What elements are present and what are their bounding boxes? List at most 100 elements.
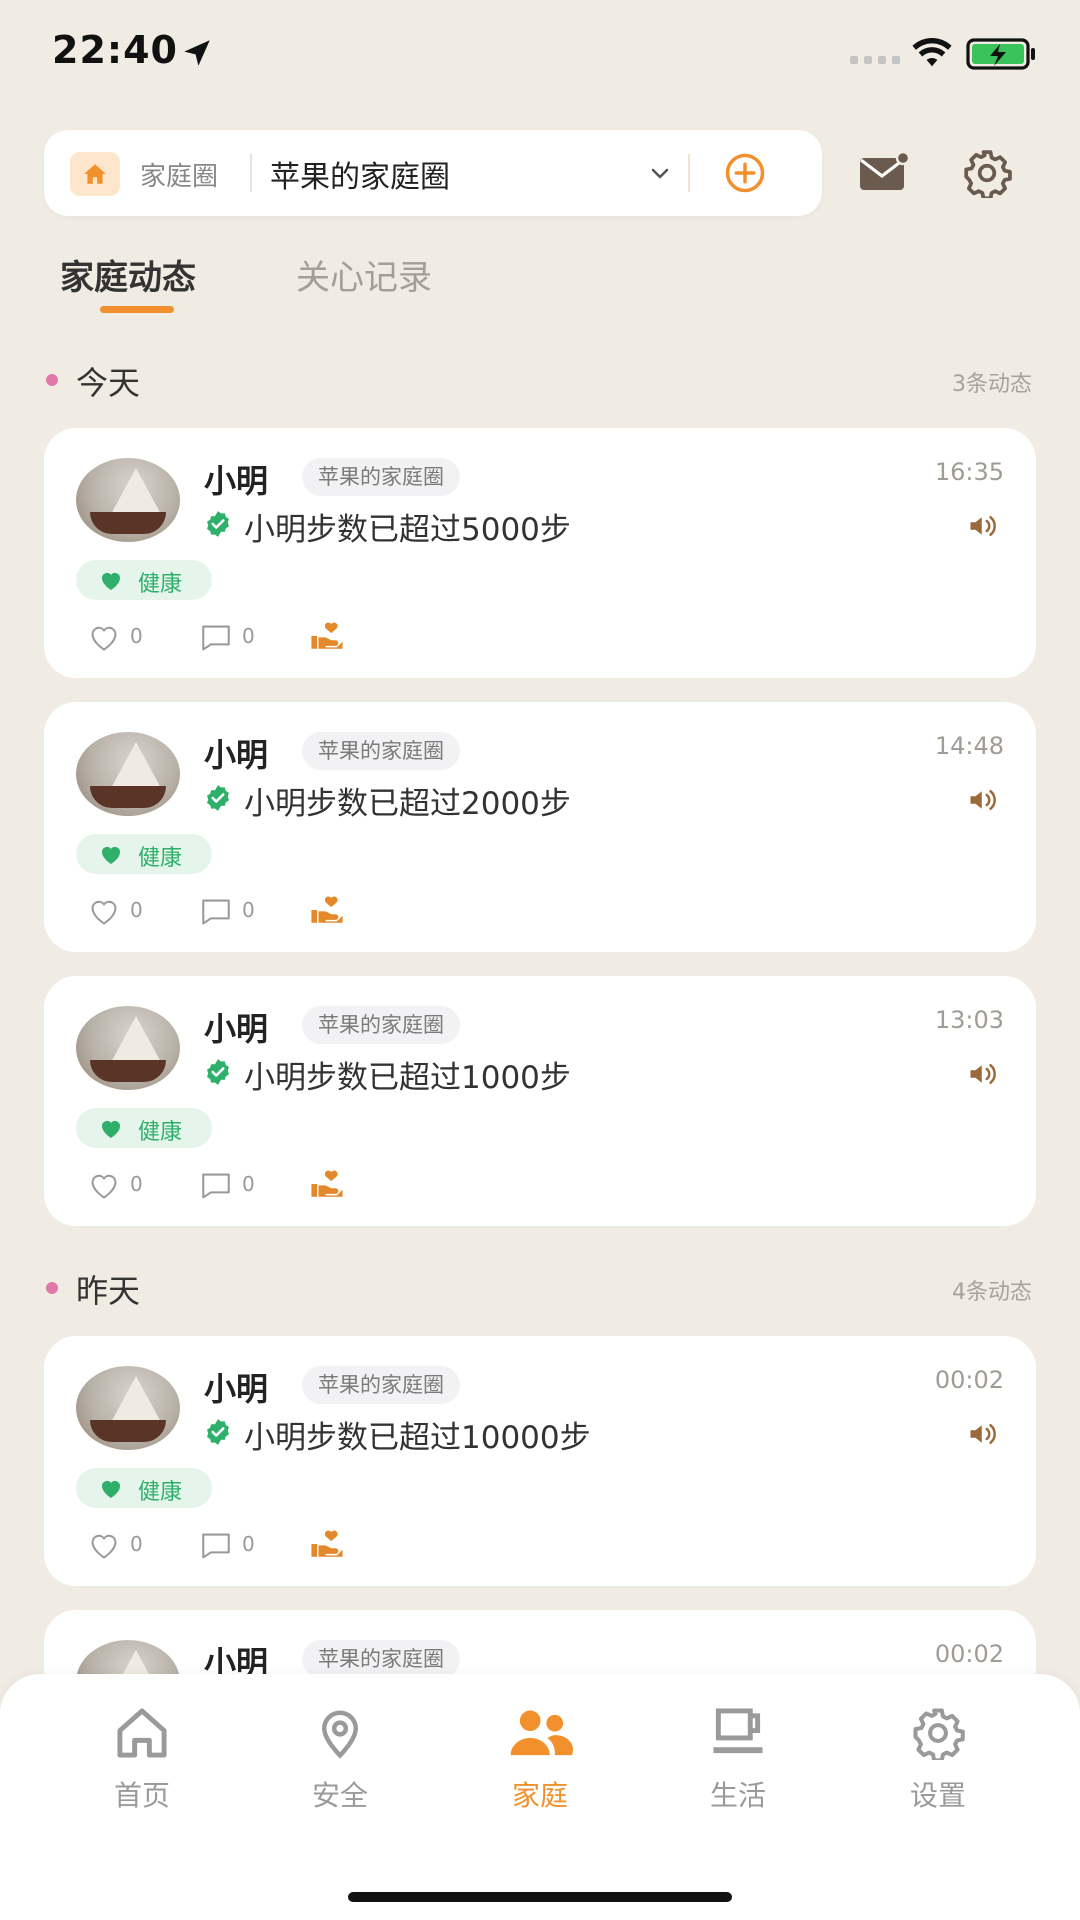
circle-label: 家庭圈: [140, 162, 219, 192]
coffee-cup-icon: [713, 1708, 763, 1754]
gear-icon: [913, 1708, 965, 1763]
battery-icon: [966, 38, 1035, 70]
like-icon[interactable]: [88, 898, 120, 926]
status-bar: 22:40: [0, 0, 1080, 105]
health-tag: 健康: [76, 1108, 212, 1148]
verified-check-icon: [207, 1419, 229, 1445]
family-icon: [510, 1710, 574, 1756]
chevron-down-icon[interactable]: [648, 162, 672, 186]
like-icon[interactable]: [88, 1172, 120, 1200]
nav-label: 家庭: [511, 1779, 568, 1812]
timestamp: 00:02: [934, 1366, 1004, 1394]
section-dot: [46, 1282, 58, 1294]
health-tag: 健康: [76, 560, 212, 600]
avatar[interactable]: [76, 732, 180, 816]
heart-icon: [102, 573, 120, 590]
home-icon: [70, 152, 120, 196]
gear-icon[interactable]: [962, 148, 1012, 198]
care-hand-icon[interactable]: [310, 1528, 344, 1560]
nav-label: 生活: [709, 1779, 766, 1812]
timestamp: 13:03: [934, 1006, 1004, 1034]
section-header-yesterday: 昨天 4条动态: [0, 1258, 1080, 1318]
avatar[interactable]: [76, 1006, 180, 1090]
avatar[interactable]: [76, 1366, 180, 1450]
add-circle-icon[interactable]: [724, 152, 766, 194]
comment-count: 0: [242, 1532, 255, 1556]
activity-message: 小明步数已超过5000步: [244, 512, 571, 548]
feed-card[interactable]: 小明 苹果的家庭圈 00:02 小明步数已超过10000步 健康 0 0: [44, 1336, 1036, 1586]
nav-item-home[interactable]: 首页: [72, 1706, 212, 1814]
nav-item-family[interactable]: 家庭: [470, 1706, 610, 1814]
family-circle-selector[interactable]: 家庭圈 苹果的家庭圈: [44, 130, 822, 216]
nav-item-settings[interactable]: 设置: [868, 1706, 1008, 1814]
active-tab-indicator: [100, 306, 174, 313]
tab-family-feed[interactable]: 家庭动态: [60, 250, 196, 299]
health-tag-label: 健康: [138, 1480, 183, 1505]
speaker-icon[interactable]: [968, 1420, 998, 1448]
circle-tag: 苹果的家庭圈: [302, 1006, 460, 1044]
verified-check-icon: [207, 1059, 229, 1085]
member-name: 小明: [204, 1370, 269, 1408]
nav-label: 首页: [113, 1779, 170, 1812]
wifi-icon: [912, 37, 952, 67]
like-count: 0: [130, 624, 143, 648]
bottom-tab-bar: 首页 安全 家庭 生活 设置: [0, 1674, 1080, 1920]
care-hand-icon[interactable]: [310, 1168, 344, 1200]
health-tag: 健康: [76, 834, 212, 874]
feed-card[interactable]: 小明 苹果的家庭圈 14:48 小明步数已超过2000步 健康 0 0: [44, 702, 1036, 952]
member-name: 小明: [204, 462, 269, 500]
circle-tag: 苹果的家庭圈: [302, 458, 460, 496]
nav-item-life[interactable]: 生活: [668, 1706, 808, 1814]
like-icon[interactable]: [88, 624, 120, 652]
divider: [688, 154, 690, 192]
location-arrow-icon: [184, 40, 210, 66]
speaker-icon[interactable]: [968, 786, 998, 814]
nav-label: 设置: [909, 1779, 966, 1812]
nav-label: 安全: [311, 1779, 368, 1812]
comment-count: 0: [242, 898, 255, 922]
health-tag-label: 健康: [138, 846, 183, 871]
nav-item-safety[interactable]: 安全: [270, 1706, 410, 1814]
circle-name: 苹果的家庭圈: [270, 160, 450, 195]
comment-icon[interactable]: [200, 1172, 232, 1200]
health-tag: 健康: [76, 1468, 212, 1508]
comment-icon[interactable]: [200, 1532, 232, 1560]
feed-card[interactable]: 小明 苹果的家庭圈 16:35 小明步数已超过5000步 健康 0 0: [44, 428, 1036, 678]
activity-message: 小明步数已超过1000步: [244, 1060, 571, 1096]
comment-icon[interactable]: [200, 898, 232, 926]
home-indicator: [348, 1892, 732, 1902]
tab-care-records[interactable]: 关心记录: [296, 250, 432, 299]
speaker-icon[interactable]: [968, 1060, 998, 1088]
member-name: 小明: [204, 1010, 269, 1048]
health-tag-label: 健康: [138, 572, 183, 597]
section-title: 昨天: [76, 1272, 141, 1310]
section-dot: [46, 374, 58, 386]
location-pin-icon: [321, 1710, 359, 1759]
activity-message: 小明步数已超过10000步: [244, 1420, 591, 1456]
comment-icon[interactable]: [200, 624, 232, 652]
verified-check-icon: [207, 785, 229, 811]
circle-tag: 苹果的家庭圈: [302, 1640, 460, 1678]
speaker-icon[interactable]: [968, 512, 998, 540]
like-count: 0: [130, 898, 143, 922]
care-hand-icon[interactable]: [310, 620, 344, 652]
timestamp: 16:35: [934, 458, 1004, 486]
circle-tag: 苹果的家庭圈: [302, 732, 460, 770]
feed-card[interactable]: 小明 苹果的家庭圈 13:03 小明步数已超过1000步 健康 0 0: [44, 976, 1036, 1226]
heart-icon: [102, 1481, 120, 1498]
section-header-today: 今天 3条动态: [0, 350, 1080, 410]
cellular-signal-icon: [850, 56, 900, 64]
section-title: 今天: [76, 364, 141, 402]
member-name: 小明: [204, 736, 269, 774]
heart-icon: [102, 1121, 120, 1138]
like-count: 0: [130, 1172, 143, 1196]
avatar[interactable]: [76, 458, 180, 542]
circle-tag: 苹果的家庭圈: [302, 1366, 460, 1404]
verified-check-icon: [207, 511, 229, 537]
heart-icon: [102, 847, 120, 864]
care-hand-icon[interactable]: [310, 894, 344, 926]
like-icon[interactable]: [88, 1532, 120, 1560]
like-count: 0: [130, 1532, 143, 1556]
timestamp: 00:02: [934, 1640, 1004, 1668]
mail-icon[interactable]: [858, 150, 910, 194]
